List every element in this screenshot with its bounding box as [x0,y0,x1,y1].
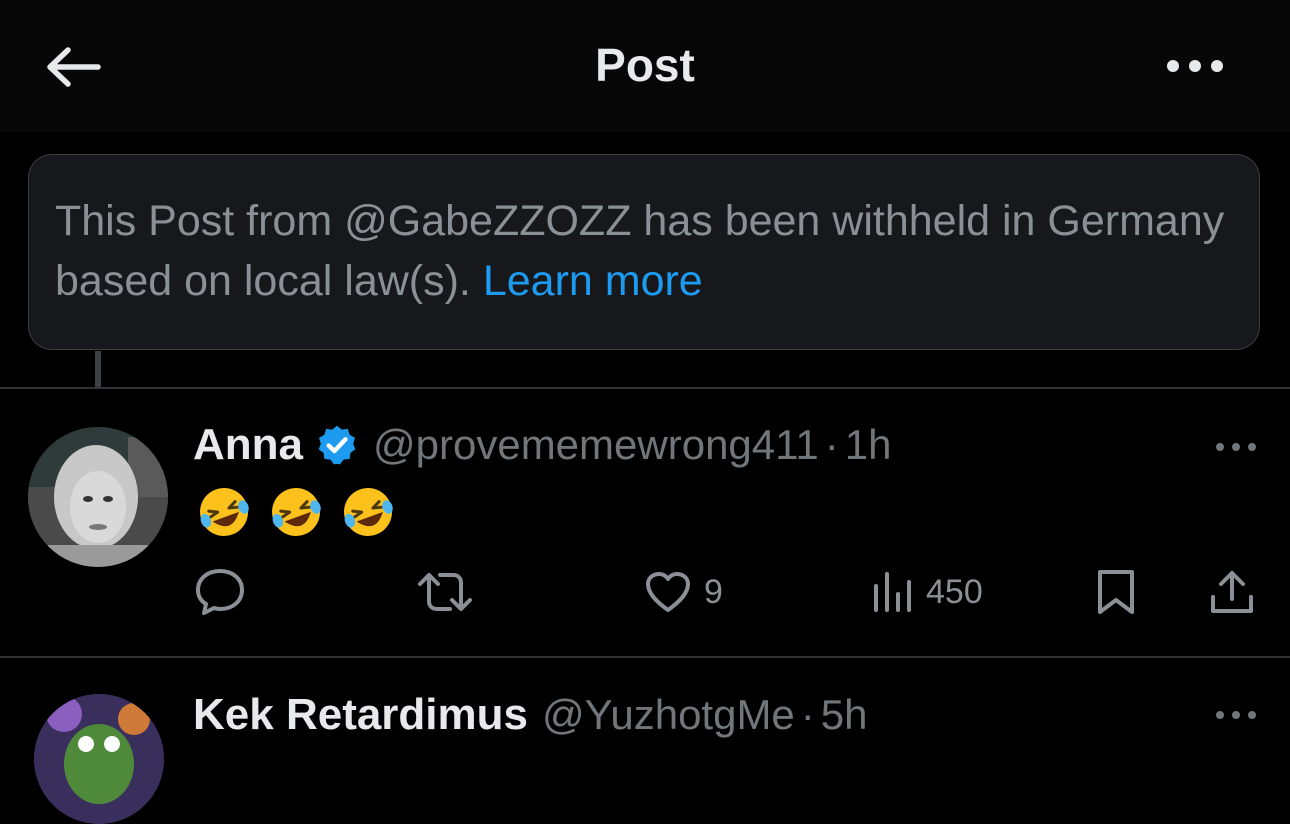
user-handle[interactable]: @YuzhotgMe [542,691,795,739]
separator-dot: · [800,691,815,738]
divider [0,387,1290,389]
heart-icon [646,572,690,612]
display-name[interactable]: Kek Retardimus [193,690,528,740]
post-timestamp[interactable]: 5h [821,691,868,739]
more-horizontal-icon [1216,443,1256,451]
share-button[interactable] [1208,566,1256,618]
view-count: 450 [926,572,983,611]
repost-button[interactable] [416,566,474,618]
rofl-emoji-icon [200,488,249,536]
rofl-emoji-icon [344,488,393,536]
user-handle[interactable]: @provememewrong411 [373,421,819,469]
more-horizontal-icon [1167,60,1223,72]
post-more-button[interactable] [1208,432,1264,462]
top-bar: Post [0,0,1290,132]
rofl-emoji-icon [272,488,321,536]
separator-dot: · [824,421,839,468]
withheld-notice: This Post from @GabeZZOZZ has been withh… [28,154,1260,350]
repost-icon [418,573,472,611]
post-more-button[interactable] [1208,700,1264,730]
bookmark-icon [1098,570,1134,614]
reply-button[interactable] [193,566,247,618]
bookmark-button[interactable] [1095,566,1137,618]
avatar-photo [34,694,164,824]
avatar[interactable] [34,694,164,824]
verified-badge-icon [318,425,356,465]
avatar-photo [28,427,168,567]
divider [0,656,1290,658]
more-horizontal-icon [1216,711,1256,719]
like-count: 9 [704,572,723,611]
display-name[interactable]: Anna [193,420,303,470]
more-options-button[interactable] [1160,44,1230,88]
post-header: Anna @provememewrong411 · 1h [193,420,891,470]
learn-more-link[interactable]: Learn more [483,257,703,305]
views-bar-chart-icon [874,572,911,612]
post-text [196,484,396,540]
reply-bubble-icon [196,569,244,615]
page-title: Post [595,39,695,91]
like-button[interactable]: 9 [644,566,723,618]
post-header: Kek Retardimus @YuzhotgMe · 5h [193,690,868,740]
share-upload-icon [1211,571,1253,613]
post-timestamp[interactable]: 1h [845,421,892,469]
thread-connector-line [95,351,101,388]
views-button[interactable]: 450 [872,566,983,618]
avatar[interactable] [28,427,168,567]
